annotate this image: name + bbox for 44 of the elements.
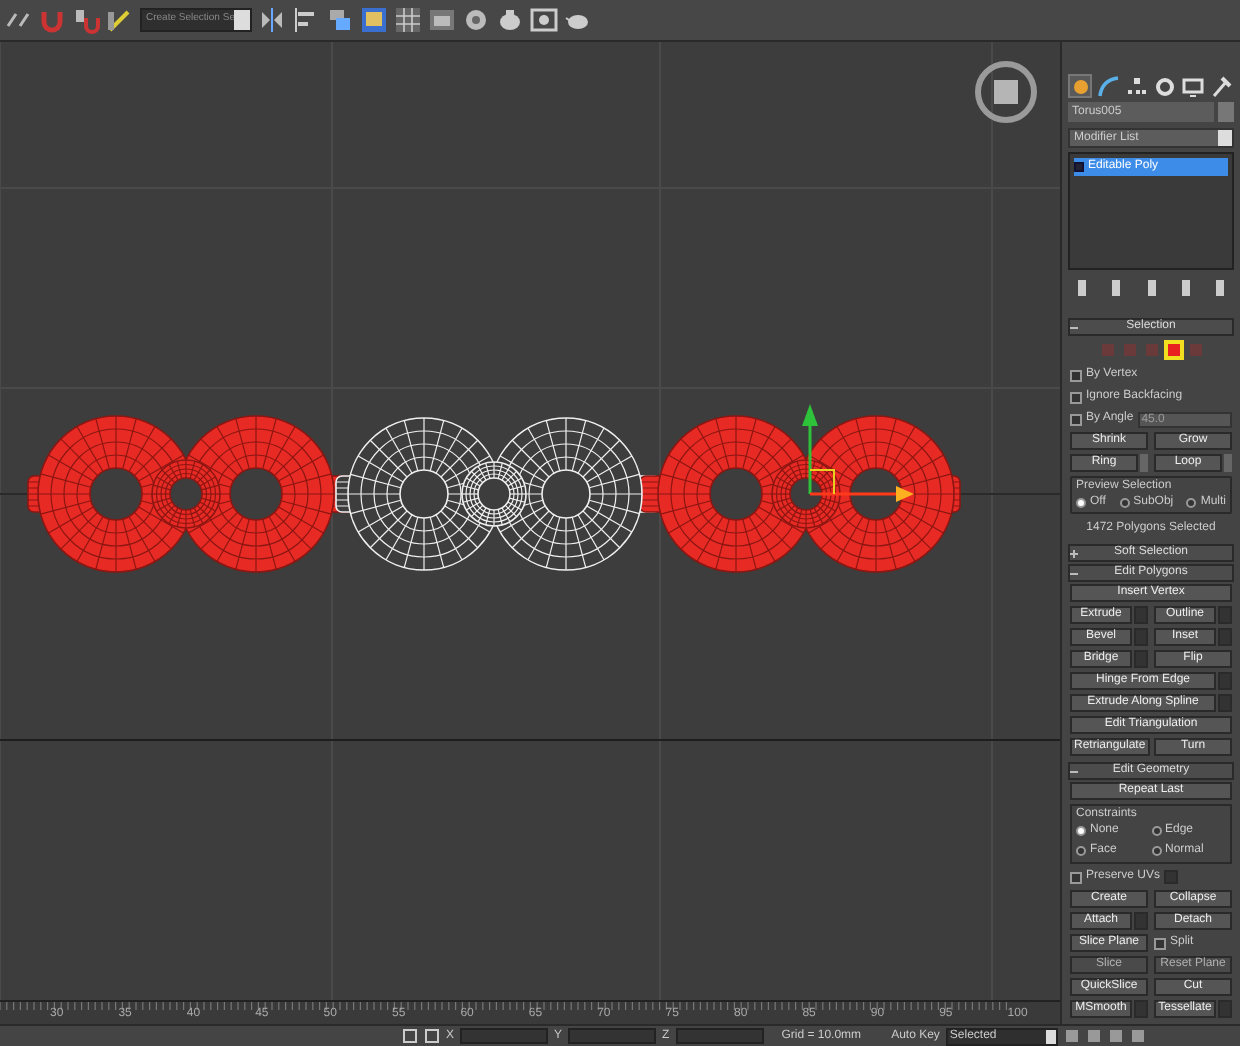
checkbox[interactable]	[1154, 937, 1166, 949]
radio-button[interactable]	[1119, 497, 1130, 507]
subobject-level-button[interactable]	[1163, 340, 1183, 360]
gear-icon	[1153, 75, 1175, 97]
command-panel-tab[interactable]	[1124, 74, 1148, 98]
color-swatch[interactable]	[1218, 102, 1234, 122]
chain-drawing[interactable]	[27, 415, 961, 573]
viewcube-icon[interactable]	[975, 61, 1037, 123]
layers-icon[interactable]	[326, 6, 354, 34]
checkbox[interactable]	[1070, 391, 1082, 403]
align-icon[interactable]	[292, 6, 320, 34]
pencil-icon[interactable]	[106, 6, 134, 34]
coordinate-field[interactable]	[675, 1028, 764, 1044]
radio-button[interactable]	[1076, 846, 1086, 856]
curve-icon	[1097, 75, 1119, 97]
command-panel-tab[interactable]	[1096, 74, 1120, 98]
grid-icon[interactable]	[394, 6, 422, 34]
checkbox[interactable]	[1070, 871, 1082, 883]
window-icon[interactable]	[428, 6, 456, 34]
minus-icon	[1070, 569, 1082, 577]
minus-icon	[1070, 767, 1082, 775]
coordinate-field[interactable]	[460, 1028, 549, 1044]
checkbox[interactable]	[1070, 413, 1082, 425]
radio-button[interactable]	[1076, 826, 1086, 836]
hammer-icon	[1209, 75, 1231, 97]
command-panel-tab[interactable]	[1208, 74, 1232, 98]
transform-gizmo-drawing[interactable]	[802, 404, 914, 502]
sphere-icon	[1069, 75, 1091, 97]
mirror-icon[interactable]	[258, 6, 286, 34]
frame-icon[interactable]	[530, 6, 558, 34]
scene-explorer-icon[interactable]	[360, 6, 388, 34]
hierarchy-icon	[1125, 75, 1147, 97]
minus-icon	[1070, 323, 1082, 331]
monitor-icon	[1181, 75, 1203, 97]
coordinate-field[interactable]	[568, 1028, 657, 1044]
command-panel-tab[interactable]	[1180, 74, 1204, 98]
radio-button[interactable]	[1186, 497, 1197, 507]
checkbox[interactable]	[1070, 369, 1082, 381]
magnet-icon[interactable]	[72, 6, 100, 34]
command-panel-tab[interactable]	[1068, 74, 1092, 98]
radio-button[interactable]	[1076, 497, 1086, 507]
radio-button[interactable]	[1151, 846, 1161, 856]
plus-icon	[1070, 549, 1082, 557]
radio-button[interactable]	[1151, 826, 1161, 836]
